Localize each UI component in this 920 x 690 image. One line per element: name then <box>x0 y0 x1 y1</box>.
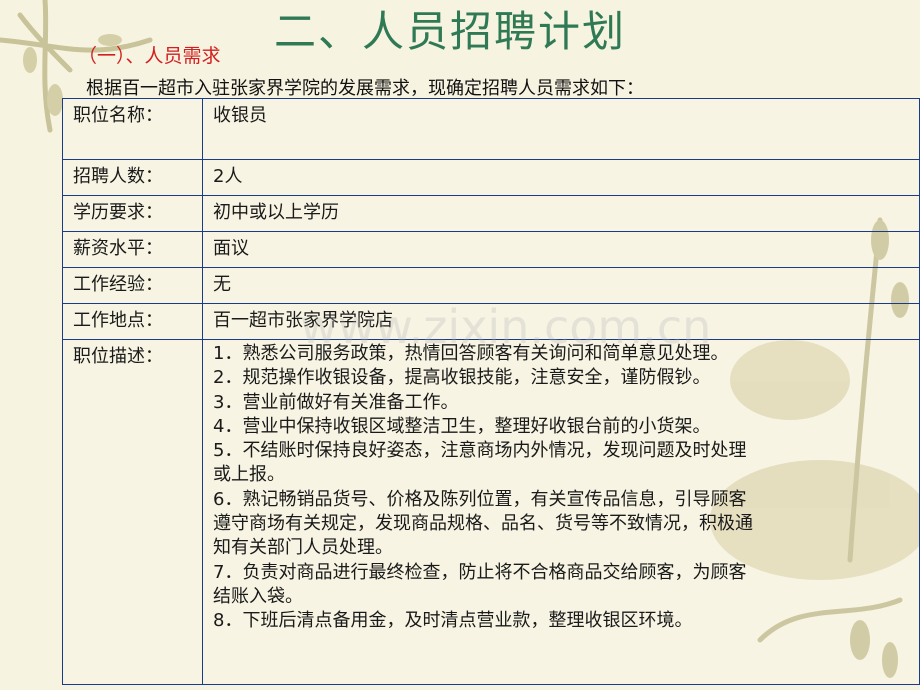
intro-text: 根据百一超市入驻张家界学院的发展需求，现确定招聘人员需求如下： <box>86 78 644 99</box>
row-value: 初中或以上学历 <box>202 195 920 232</box>
row-label: 工作经验： <box>62 267 203 304</box>
row-label: 职位描述： <box>62 339 203 685</box>
table-row: 招聘人数： 2人 <box>62 159 920 196</box>
description-line: 结账入袋。 <box>213 585 303 607</box>
description-line: 3．营业前做好有关准备工作。 <box>213 391 459 413</box>
row-label: 招聘人数： <box>62 159 203 196</box>
description-line: 2．规范操作收银设备，提高收银技能，注意安全，谨防假钞。 <box>213 367 711 389</box>
description-line: 4．营业中保持收银区域整洁卫生，整理好收银台前的小货架。 <box>213 415 711 437</box>
description-line: 6．熟记畅销品货号、价格及陈列位置，有关宣传品信息，引导顾客 <box>213 488 747 510</box>
description-line: 7．负责对商品进行最终检查，防止将不合格商品交给顾客，为顾客 <box>213 561 747 583</box>
description-line: 知有关部门人员处理。 <box>213 537 393 559</box>
description-line: 遵守商场有关规定，发现商品规格、品名、货号等不致情况，积极通 <box>213 513 753 535</box>
row-value: 面议 <box>202 231 920 268</box>
section-subtitle: （一）、人员需求 <box>78 45 221 67</box>
table-row: 职位描述： 1．熟悉公司服务政策，热情回答顾客有关询问和简单意见处理。 2．规范… <box>62 339 920 685</box>
row-label: 工作地点： <box>62 303 203 340</box>
table-row: 学历要求： 初中或以上学历 <box>62 195 920 232</box>
requirements-table: 职位名称： 收银员 招聘人数： 2人 学历要求： 初中或以上学历 薪资水平： 面… <box>62 98 920 685</box>
page-title: 二、人员招聘计划 <box>274 7 627 56</box>
description-line: 8．下班后清点备用金，及时清点营业款，整理收银区环境。 <box>213 610 693 632</box>
watermark: www.zixin.com.cn <box>300 300 712 354</box>
description-line: 或上报。 <box>213 464 285 486</box>
row-value: 无 <box>202 267 920 304</box>
table-row: 职位名称： 收银员 <box>62 98 920 160</box>
table-row: 薪资水平： 面议 <box>62 231 920 268</box>
table-row: 工作经验： 无 <box>62 267 920 304</box>
row-value: 收银员 <box>202 98 920 160</box>
description-line: 5．不结账时保持良好姿态，注意商场内外情况，发现问题及时处理 <box>213 440 747 462</box>
row-label: 职位名称： <box>62 98 203 160</box>
row-label: 薪资水平： <box>62 231 203 268</box>
job-description-cell: 1．熟悉公司服务政策，热情回答顾客有关询问和简单意见处理。 2．规范操作收银设备… <box>202 339 920 685</box>
row-label: 学历要求： <box>62 195 203 232</box>
row-value: 2人 <box>202 159 920 196</box>
